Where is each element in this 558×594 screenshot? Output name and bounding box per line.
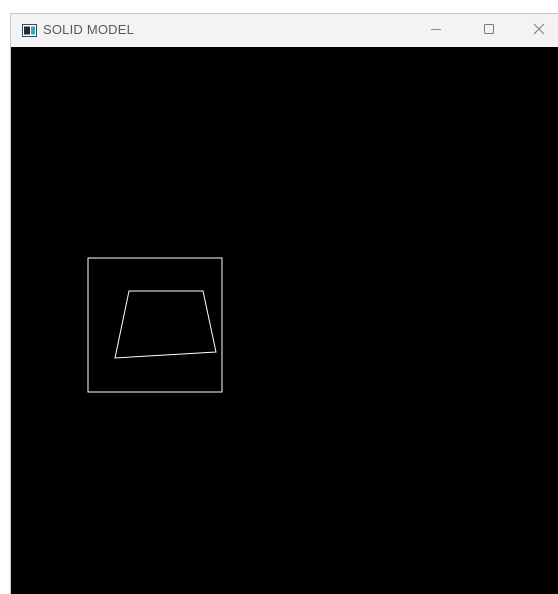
minimize-button[interactable]: [413, 14, 459, 47]
render-canvas[interactable]: [11, 47, 558, 594]
bounding-square: [87, 257, 223, 393]
solid-model-window: SOLID MODEL: [10, 13, 558, 594]
app-icon: [22, 24, 37, 37]
title-bar[interactable]: SOLID MODEL: [11, 14, 558, 47]
trapezoid-outline: [114, 290, 217, 359]
close-icon: [533, 22, 545, 40]
maximize-button[interactable]: [466, 14, 512, 47]
close-button[interactable]: [516, 14, 558, 47]
maximize-icon: [483, 22, 495, 40]
minimize-icon: [430, 22, 442, 40]
window-title: SOLID MODEL: [43, 22, 135, 37]
wireframe-drawing: [87, 257, 223, 393]
